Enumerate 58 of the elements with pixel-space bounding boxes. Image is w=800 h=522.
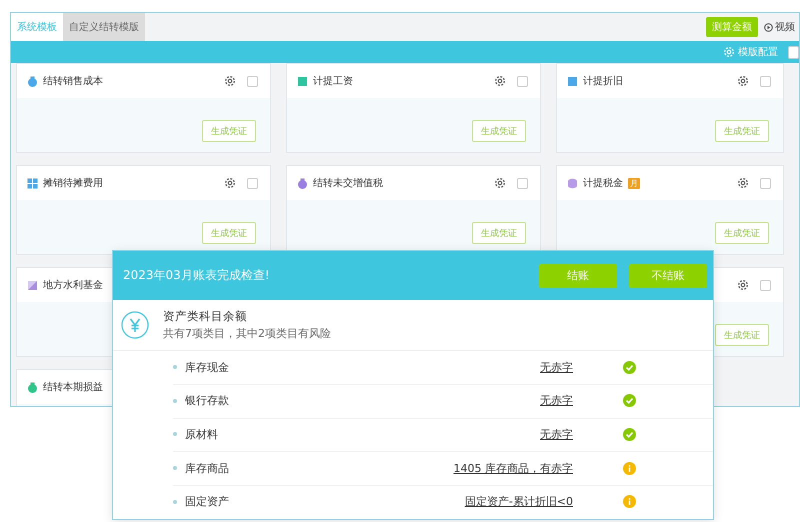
close-books-button[interactable]: 结账 [539,264,617,288]
account-name: 库存现金 [185,360,230,375]
tab[interactable]: 自定义结转模版 [63,13,145,41]
select-all-checkbox[interactable] [788,46,799,58]
settings-icon[interactable] [224,177,236,189]
month-badge: 月 [628,178,640,188]
video-link[interactable]: 视频 [764,20,795,34]
card-checkbox[interactable] [517,76,528,86]
result-link[interactable]: 固定资产-累计折旧<0 [464,494,573,510]
calculate-button[interactable]: 测算金额 [706,17,758,37]
result-link[interactable]: 无赤字 [540,426,573,442]
card-checkbox[interactable] [760,178,771,188]
card-title: 计提工资 [313,74,353,88]
generate-voucher-button[interactable]: 生成凭证 [715,222,769,244]
result-link[interactable]: 无赤字 [540,360,573,375]
settings-icon[interactable] [737,75,749,87]
result-link[interactable]: 1405 库存商品，有赤字 [454,460,573,476]
account-name: 原材料 [185,426,219,442]
card-checkbox[interactable] [760,280,771,290]
settings-icon[interactable] [224,75,236,87]
section-title: 资产类科目余额 [163,309,248,324]
template-config-link[interactable]: 模版配置 [723,45,778,59]
generate-voucher-button[interactable]: 生成凭证 [202,222,256,244]
card-checkbox[interactable] [517,178,528,188]
play-icon [764,22,773,32]
card-title: 结转销售成本 [43,74,103,88]
skip-button[interactable]: 不结账 [629,264,707,288]
tab[interactable]: 系统模板 [11,13,63,41]
yen-icon [121,311,149,340]
settings-icon[interactable] [737,177,749,189]
generate-voucher-button[interactable]: 生成凭证 [472,120,526,142]
bullet-icon [173,500,177,504]
settings-icon[interactable] [737,279,749,291]
bullet-icon [173,466,177,470]
result-link[interactable]: 无赤字 [540,393,573,408]
generate-voucher-button[interactable]: 生成凭证 [202,120,256,142]
card-title: 摊销待摊费用 [43,176,103,190]
card-title: 计提税金 [583,176,623,190]
settings-icon[interactable] [494,75,506,87]
bullet-icon [173,398,177,403]
generate-voucher-button[interactable]: 生成凭证 [715,120,769,142]
card-checkbox[interactable] [760,76,771,86]
dialog-title: 2023年03月账表完成检查! [123,267,271,284]
account-name: 银行存款 [185,393,230,408]
card-title: 结转未交增值税 [313,176,383,190]
bullet-icon [173,432,177,436]
generate-voucher-button[interactable]: 生成凭证 [715,324,769,346]
generate-voucher-button[interactable]: 生成凭证 [472,222,526,244]
card-checkbox[interactable] [247,178,258,188]
section-subtitle: 共有7项类目，其中2项类目有风险 [163,326,331,342]
account-name: 固定资产 [185,494,230,510]
card-title: 结转本期损益 [43,380,103,394]
settings-icon[interactable] [494,177,506,189]
card-checkbox[interactable] [247,76,258,86]
bullet-icon [173,365,177,370]
card-title: 地方水利基金 [43,278,103,292]
account-name: 库存商品 [185,460,230,476]
card-title: 计提折旧 [583,74,623,88]
